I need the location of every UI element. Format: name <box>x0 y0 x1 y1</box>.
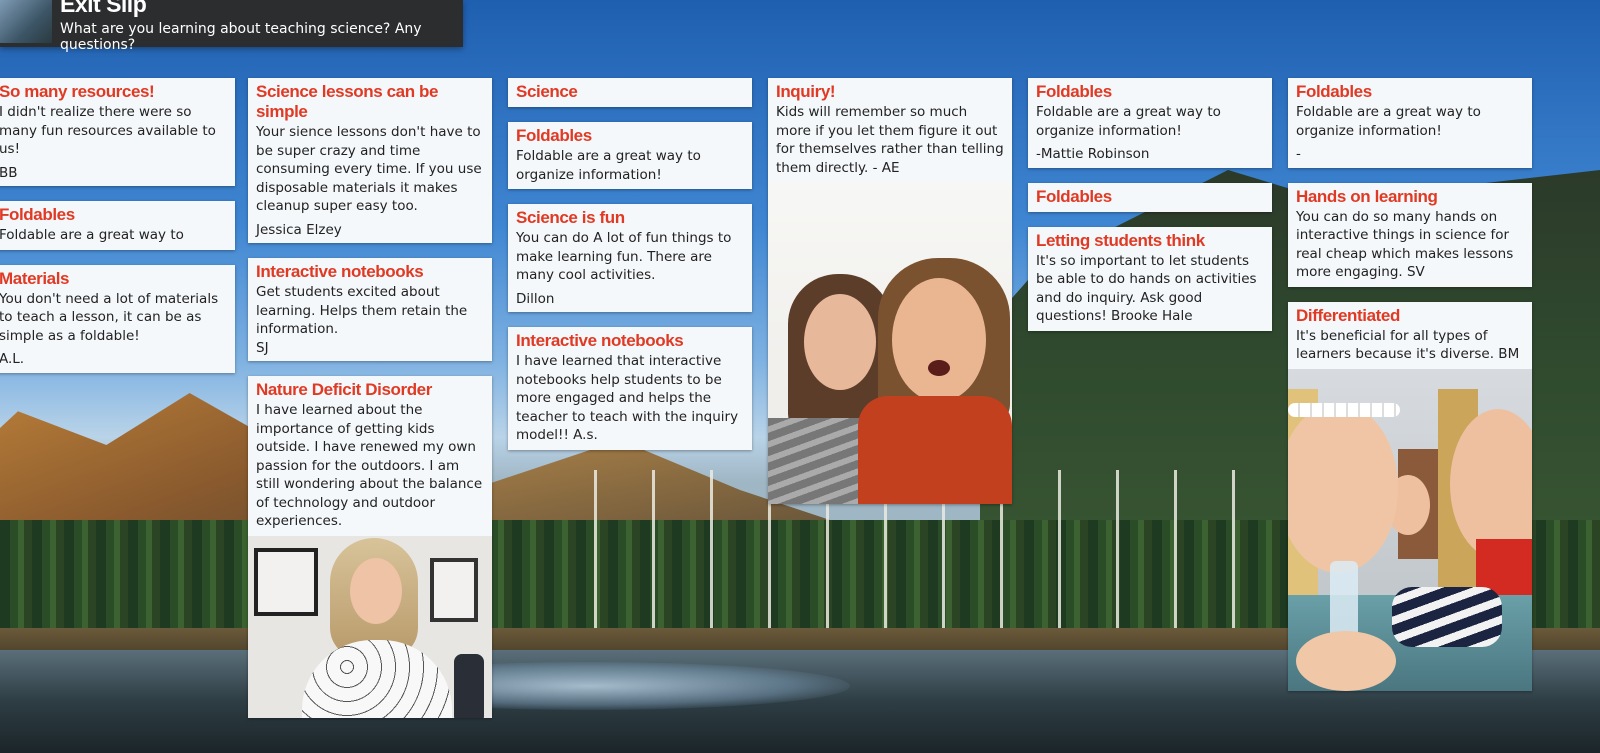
post-body: Your sience lessons don't have to be sup… <box>256 124 482 214</box>
post-card[interactable]: Hands on learning You can do so many han… <box>1288 182 1532 287</box>
post-title: Inquiry! <box>776 82 836 101</box>
post-title: Interactive notebooks <box>516 331 684 350</box>
post-body: Get students excited about learning. Hel… <box>256 284 468 337</box>
wall-picture-frame <box>430 557 478 622</box>
post-body: Foldable are a great way to <box>0 227 184 243</box>
post-title: Foldables <box>516 126 592 145</box>
post-title: Foldables <box>1036 186 1112 206</box>
post-body: I have learned about the importance of g… <box>256 402 483 529</box>
post-card[interactable]: Foldables <box>1028 182 1272 212</box>
wall-picture-frame <box>254 547 318 616</box>
post-author: A.L. <box>0 351 25 367</box>
post-body: You can do so many hands on interactive … <box>1296 208 1514 281</box>
person-face <box>892 278 986 402</box>
post-title: Foldables <box>1296 82 1372 101</box>
wall-header: Exit Slip What are you learning about te… <box>0 0 463 53</box>
post-author: BB <box>0 164 18 181</box>
post-author: SJ <box>256 339 269 356</box>
post-card[interactable]: Interactive notebooks I have learned tha… <box>508 327 752 450</box>
wall-thumbnail[interactable] <box>0 0 52 43</box>
post-card[interactable]: Interactive notebooks Get students excit… <box>248 258 492 361</box>
post-card[interactable]: Materials You don't need a lot of materi… <box>0 264 235 373</box>
post-photo[interactable] <box>248 535 492 718</box>
person-face <box>1288 402 1398 573</box>
post-title: Nature Deficit Disorder <box>256 380 432 399</box>
post-title: Hands on learning <box>1296 186 1438 206</box>
post-title: Foldables <box>1036 82 1112 101</box>
post-card[interactable]: So many resources! I didn't realize ther… <box>0 78 235 186</box>
post-title: Science <box>516 82 578 101</box>
post-title: Differentiated <box>1296 305 1400 325</box>
post-body: Foldable are a great way to organize inf… <box>1036 104 1221 139</box>
post-body: It's beneficial for all types of learner… <box>1296 327 1520 363</box>
person-shirt <box>858 396 1012 504</box>
post-title: Interactive notebooks <box>256 262 424 281</box>
person-blouse <box>302 639 452 718</box>
post-body: Kids will remember so much more if you l… <box>776 104 1004 176</box>
post-card[interactable]: Differentiated It's beneficial for all t… <box>1288 301 1532 691</box>
post-author: Dillon <box>516 290 555 307</box>
wall-column-4: Inquiry! Kids will remember so much more… <box>768 78 1012 519</box>
post-card[interactable]: Science lessons can be simple Your sienc… <box>248 78 492 243</box>
person-mouth <box>928 360 950 376</box>
post-title: Letting students think <box>1036 230 1205 250</box>
post-card[interactable]: Foldables Foldable are a great way to <box>0 201 235 250</box>
post-author: -Mattie Robinson <box>1036 146 1150 162</box>
hand <box>1296 630 1396 691</box>
post-author: - <box>1296 146 1301 162</box>
person-face <box>804 294 876 390</box>
post-card[interactable]: Foldables Foldable are a great way to or… <box>1288 78 1532 168</box>
wall-subtitle: What are you learning about teaching sci… <box>60 21 422 53</box>
post-photo[interactable] <box>1288 368 1532 691</box>
wall-column-3: Science Foldables Foldable are a great w… <box>508 78 752 465</box>
wall-title: Exit Slip <box>60 0 147 17</box>
wall-column-2: Science lessons can be simple Your sienc… <box>248 78 492 733</box>
post-card[interactable]: Science <box>508 78 752 107</box>
post-body: You don't need a lot of materials to tea… <box>0 290 219 344</box>
headband <box>1288 402 1400 417</box>
post-title: So many resources! <box>0 82 155 101</box>
person-face <box>350 557 402 624</box>
post-card[interactable]: Nature Deficit Disorder I have learned a… <box>248 376 492 718</box>
wall-column-5: Foldables Foldable are a great way to or… <box>1028 78 1272 346</box>
post-title: Science lessons can be simple <box>256 82 439 121</box>
water-bottle <box>1330 560 1358 641</box>
post-card[interactable]: Science is fun You can do A lot of fun t… <box>508 204 752 312</box>
wall-column-6: Foldables Foldable are a great way to or… <box>1288 78 1532 706</box>
wall-column-1: So many resources! I didn't realize ther… <box>0 78 235 388</box>
post-author: Jessica Elzey <box>256 221 342 238</box>
striped-sleeve <box>1392 586 1502 647</box>
post-photo[interactable] <box>768 182 1012 504</box>
post-card[interactable]: Foldables Foldable are a great way to or… <box>1028 78 1272 168</box>
post-title: Foldables <box>0 205 75 224</box>
post-body: Foldable are a great way to organize inf… <box>516 148 701 183</box>
post-body: I have learned that interactive notebook… <box>516 353 739 443</box>
post-card[interactable]: Inquiry! Kids will remember so much more… <box>768 78 1012 504</box>
post-card[interactable]: Foldables Foldable are a great way to or… <box>508 122 752 189</box>
post-body: You can do A lot of fun things to make l… <box>516 230 732 283</box>
post-title: Materials <box>0 268 70 288</box>
post-title: Science is fun <box>516 208 625 227</box>
post-card[interactable]: Letting students think It's so important… <box>1028 226 1272 331</box>
post-body: I didn't realize there were so many fun … <box>0 104 216 157</box>
post-body: Foldable are a great way to organize inf… <box>1296 104 1481 139</box>
office-chair <box>454 653 484 718</box>
post-body: It's so important to let students be abl… <box>1036 252 1257 325</box>
